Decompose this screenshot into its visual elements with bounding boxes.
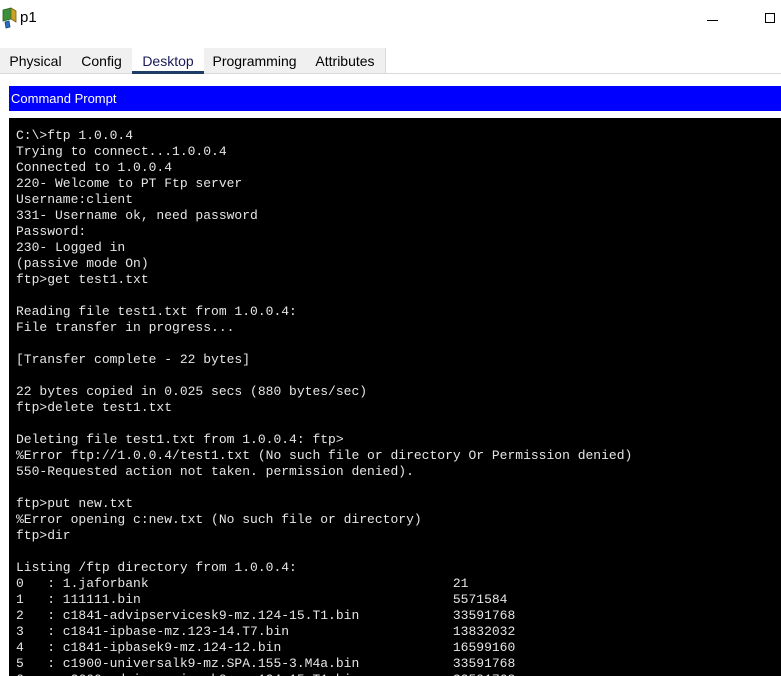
title-bar: p1 <box>0 0 781 36</box>
terminal-line: 5 : c1900-universalk9-mz.SPA.155-3.M4a.b… <box>16 656 516 671</box>
terminal-lines: C:\>ftp 1.0.0.4 Trying to connect...1.0.0… <box>16 128 632 676</box>
tab-config[interactable]: Config <box>71 48 132 74</box>
terminal-line: Username:client <box>16 192 134 207</box>
terminal-line: 0 : 1.jaforbank 21 <box>16 576 469 591</box>
terminal-line: ftp>get test1.txt <box>16 272 149 287</box>
tab-desktop[interactable]: Desktop <box>132 48 204 74</box>
terminal-line: 2 : c1841-advipservicesk9-mz.124-15.T1.b… <box>16 608 516 623</box>
tab-physical[interactable]: Physical <box>0 48 71 74</box>
terminal-line: ftp>dir <box>16 528 71 543</box>
terminal-line: 331- Username ok, need password <box>16 208 258 223</box>
tab-programming[interactable]: Programming <box>204 48 305 74</box>
tab-desktop-label: Desktop <box>142 53 194 69</box>
tab-attributes[interactable]: Attributes <box>305 48 385 74</box>
terminal-output[interactable]: C:\>ftp 1.0.0.4 Trying to connect...1.0.0… <box>9 118 781 676</box>
maximize-button[interactable] <box>758 6 781 30</box>
terminal-line: 6 : c2600-advipservicesk9-mz.124-15.T1.b… <box>16 672 632 676</box>
terminal-line: %Error opening c:new.txt (No such file o… <box>16 512 422 527</box>
terminal-line: 550-Requested action not taken. permissi… <box>16 464 414 479</box>
active-tab-indicator <box>132 71 204 74</box>
terminal-line: [Transfer complete - 22 bytes] <box>16 352 251 367</box>
maximize-icon <box>765 13 775 23</box>
terminal-line: 22 bytes copied in 0.025 secs (880 bytes… <box>16 384 368 399</box>
terminal-line: File transfer in progress... <box>16 320 235 335</box>
command-prompt-title: Command Prompt <box>11 91 117 106</box>
terminal-line: 230- Logged in <box>16 240 126 255</box>
terminal-line: C:\>ftp 1.0.0.4 <box>16 128 134 143</box>
command-prompt-header: Command Prompt <box>9 86 781 111</box>
packet-tracer-pc-icon <box>2 7 18 29</box>
terminal-line: Listing /ftp directory from 1.0.0.4: <box>16 560 297 575</box>
terminal-line: %Error ftp://1.0.0.4/test1.txt (No such … <box>16 448 633 463</box>
terminal-line: 220- Welcome to PT Ftp server <box>16 176 243 191</box>
minimize-button[interactable] <box>700 6 724 30</box>
terminal-line: 1 : 111111.bin 5571584 <box>16 592 508 607</box>
minimize-icon <box>706 19 718 21</box>
terminal-line: Connected to 1.0.0.4 <box>16 160 173 175</box>
terminal-line: ftp>put new.txt <box>16 496 134 511</box>
terminal-line: 3 : c1841-ipbase-mz.123-14.T7.bin 138320… <box>16 624 516 639</box>
terminal-line: Trying to connect...1.0.0.4 <box>16 144 227 159</box>
tab-bar: Physical Config Desktop Programming Attr… <box>0 48 781 74</box>
terminal-line: 4 : c1841-ipbasek9-mz.124-12.bin 1659916… <box>16 640 516 655</box>
window-title: p1 <box>20 9 37 26</box>
terminal-line: ftp>delete test1.txt <box>16 400 173 415</box>
terminal-line: (passive mode On) <box>16 256 149 271</box>
terminal-line: Password: <box>16 224 87 239</box>
terminal-line: Reading file test1.txt from 1.0.0.4: <box>16 304 297 319</box>
terminal-line: Deleting file test1.txt from 1.0.0.4: ft… <box>16 432 344 447</box>
